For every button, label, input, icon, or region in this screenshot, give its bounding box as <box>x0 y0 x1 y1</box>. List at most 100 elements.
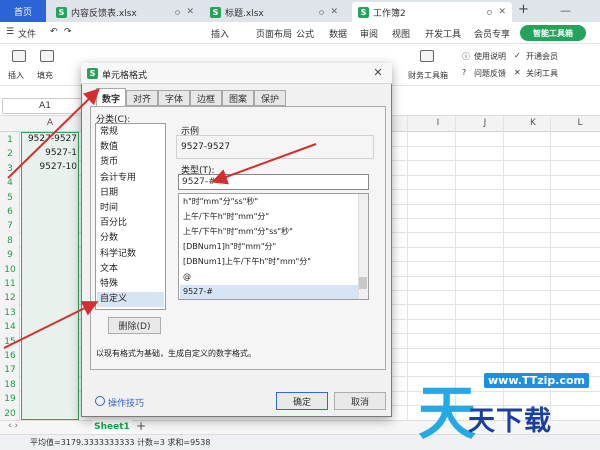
cell-a3[interactable]: 9527-10 <box>21 162 77 172</box>
row-number[interactable]: 17 <box>0 363 20 377</box>
menu-view[interactable]: 视图 <box>392 27 410 40</box>
ok-button[interactable]: 确定 <box>276 392 328 410</box>
category-item[interactable]: 科学记数 <box>97 247 164 262</box>
row-number[interactable]: 1 <box>0 133 20 147</box>
menu-dev-tools[interactable]: 开发工具 <box>425 27 461 40</box>
row-number[interactable]: 4 <box>0 176 20 190</box>
category-item[interactable]: 文本 <box>97 262 164 277</box>
format-item[interactable]: h"时"mm"分"ss"秒" <box>180 195 358 209</box>
tips-link[interactable]: 操作技巧 <box>108 396 144 409</box>
tab-home[interactable]: 首页 <box>0 0 46 22</box>
window-controls-icon[interactable]: — <box>560 4 571 17</box>
type-input[interactable]: 9527-# <box>178 174 369 190</box>
cell-a2[interactable]: 9527-1 <box>21 148 77 158</box>
category-item[interactable]: 货币 <box>97 155 164 170</box>
delete-button[interactable]: 删除(D) <box>108 317 161 334</box>
ribbon-feedback[interactable]: 问题反馈 <box>474 68 506 79</box>
menu-data[interactable]: 数据 <box>329 27 347 40</box>
row-number[interactable]: 12 <box>0 291 20 305</box>
guide-icon[interactable]: ⓘ <box>462 51 470 62</box>
category-item[interactable]: 常规 <box>97 125 164 140</box>
row-number[interactable]: 15 <box>0 335 20 349</box>
format-item[interactable]: 上午/下午h"时"mm"分"ss"秒" <box>180 225 358 239</box>
menu-member[interactable]: 会员专享 <box>474 27 510 40</box>
category-item[interactable]: 日期 <box>97 186 164 201</box>
tab-font[interactable]: 字体 <box>158 90 190 106</box>
category-item[interactable]: 特殊 <box>97 277 164 292</box>
cell-a1[interactable]: 9527-9527 <box>21 134 77 144</box>
close-tab-icon[interactable]: ✕ <box>186 7 194 17</box>
new-tab-icon[interactable]: + <box>518 2 529 17</box>
close-tab-icon[interactable]: ✕ <box>330 7 338 17</box>
category-item[interactable]: 百分比 <box>97 216 164 231</box>
category-item[interactable]: 自定义 <box>97 292 164 308</box>
row-number[interactable]: 9 <box>0 248 20 262</box>
menu-file[interactable]: 文件 <box>18 27 36 40</box>
tab-border[interactable]: 边框 <box>190 90 222 106</box>
category-item[interactable]: 分数 <box>97 231 164 246</box>
row-number[interactable]: 11 <box>0 277 20 291</box>
menu-page-layout[interactable]: 页面布局 <box>256 27 292 40</box>
column-header-a[interactable]: A <box>20 118 80 128</box>
row-number[interactable]: 14 <box>0 320 20 334</box>
selected-column-a[interactable] <box>21 132 79 420</box>
dialog-close-icon[interactable]: ✕ <box>370 66 386 80</box>
ribbon-guide[interactable]: 使用说明 <box>474 51 506 62</box>
format-item[interactable]: 9527-# <box>180 285 358 299</box>
sheet-nav-icon[interactable]: ‹ › <box>8 421 18 431</box>
row-number[interactable]: 19 <box>0 392 20 406</box>
tab-number[interactable]: 数字 <box>96 88 126 107</box>
ribbon-insert[interactable]: 插入 <box>8 70 24 81</box>
ribbon-finance-toolbox[interactable]: 财务工具箱 <box>408 70 448 81</box>
name-box[interactable]: A1 <box>2 98 88 114</box>
category-item[interactable]: 会计专用 <box>97 171 164 186</box>
row-number[interactable]: 3 <box>0 162 20 176</box>
row-number[interactable]: 7 <box>0 219 20 233</box>
insert-icon[interactable] <box>12 50 26 62</box>
menu-formula[interactable]: 公式 <box>296 27 314 40</box>
scrollbar-thumb[interactable] <box>359 277 367 289</box>
sheet-tab-sheet1[interactable]: Sheet1 <box>92 420 132 434</box>
member-icon[interactable]: ✓ <box>514 51 521 60</box>
row-number[interactable]: 5 <box>0 191 20 205</box>
close-tool-icon[interactable]: ✕ <box>514 68 521 77</box>
tab-file-title[interactable]: S 标题.xlsx ✕ <box>204 2 344 22</box>
close-tab-icon[interactable]: ✕ <box>498 7 506 17</box>
category-item[interactable]: 数值 <box>97 140 164 155</box>
tab-file-feedback[interactable]: S 内容反馈表.xlsx ✕ <box>50 2 200 22</box>
finance-toolbox-icon[interactable] <box>420 50 434 62</box>
format-item[interactable]: @ <box>180 270 358 284</box>
feedback-icon[interactable]: ? <box>462 68 466 77</box>
hamburger-icon[interactable]: ☰ <box>6 27 14 37</box>
category-item[interactable]: 时间 <box>97 201 164 216</box>
cancel-button[interactable]: 取消 <box>334 392 386 410</box>
row-number[interactable]: 2 <box>0 147 20 161</box>
row-number[interactable]: 8 <box>0 234 20 248</box>
menu-review[interactable]: 审阅 <box>360 27 378 40</box>
tab-pattern[interactable]: 图案 <box>222 90 254 106</box>
row-number[interactable]: 18 <box>0 378 20 392</box>
tab-protection[interactable]: 保护 <box>254 90 286 106</box>
fill-icon[interactable] <box>40 50 54 62</box>
row-number[interactable]: 10 <box>0 263 20 277</box>
ribbon-fill[interactable]: 填充 <box>37 70 53 81</box>
format-item[interactable]: 上午/下午h"时"mm"分" <box>180 210 358 224</box>
column-header-l[interactable]: L <box>550 118 600 128</box>
menu-insert[interactable]: 插入 <box>211 27 229 40</box>
ribbon-member[interactable]: 开通会员 <box>526 51 558 62</box>
add-sheet-icon[interactable]: + <box>136 419 146 433</box>
tab-workbook2[interactable]: S 工作簿2 ✕ <box>352 2 512 22</box>
dialog-title-bar[interactable]: S 单元格格式 <box>81 63 392 84</box>
tab-alignment[interactable]: 对齐 <box>126 90 158 106</box>
smart-toolbox-tab[interactable]: 智能工具箱 <box>520 25 586 41</box>
redo-icon[interactable]: ↷ <box>64 27 72 37</box>
row-number[interactable]: 6 <box>0 205 20 219</box>
row-number[interactable]: 16 <box>0 349 20 363</box>
tips-icon[interactable] <box>95 396 105 406</box>
row-number[interactable]: 20 <box>0 407 20 421</box>
ribbon-close-tool[interactable]: 关闭工具 <box>526 68 558 79</box>
row-number[interactable]: 13 <box>0 306 20 320</box>
undo-icon[interactable]: ↶ <box>50 27 58 37</box>
format-item[interactable]: [DBNum1]上午/下午h"时"mm"分" <box>180 255 358 269</box>
format-item[interactable]: [DBNum1]h"时"mm"分" <box>180 240 358 254</box>
